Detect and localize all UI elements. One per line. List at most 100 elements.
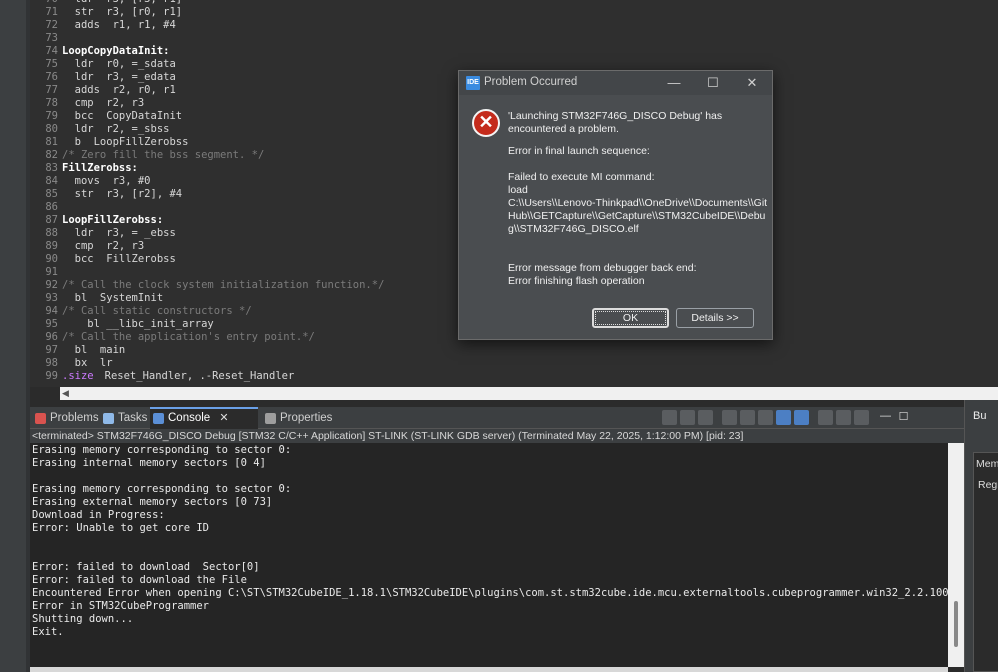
remove-all-icon[interactable] bbox=[698, 410, 713, 425]
close-icon[interactable]: ✕ bbox=[743, 74, 761, 92]
console-icon bbox=[153, 413, 164, 424]
code-line: 71 str r3, [r0, r1] bbox=[30, 6, 990, 19]
code-text: ldr r2, =_sbss bbox=[62, 123, 170, 135]
code-line: 99 .size Reset_Handler, .-Reset_Handler bbox=[30, 370, 990, 383]
code-text: /* Call the clock system initialization … bbox=[62, 279, 385, 291]
line-number: 99 bbox=[45, 370, 58, 382]
code-text: b LoopFillZerobss bbox=[62, 136, 189, 148]
line-number: 95 bbox=[45, 318, 58, 330]
code-text: str r3, [r2], #4 bbox=[62, 188, 183, 200]
console-line: Download in Progress: bbox=[32, 509, 165, 521]
line-number: 80 bbox=[45, 123, 58, 135]
dialog-load: load bbox=[508, 184, 528, 196]
ok-button[interactable]: OK bbox=[592, 308, 669, 328]
display-console-icon[interactable] bbox=[836, 410, 851, 425]
dialog-elf-path: C:\\Users\\Lenovo-Thinkpad\\OneDrive\\Do… bbox=[508, 197, 768, 235]
console-horizontal-scrollbar[interactable] bbox=[30, 667, 948, 672]
ide-logo-icon: IDE bbox=[466, 76, 480, 90]
code-line: 74 LoopCopyDataInit: bbox=[30, 45, 990, 58]
line-number: 89 bbox=[45, 240, 58, 252]
code-text: cmp r2, r3 bbox=[62, 240, 145, 252]
clear-console-icon[interactable] bbox=[722, 410, 737, 425]
line-number: 76 bbox=[45, 71, 58, 83]
line-number: 81 bbox=[45, 136, 58, 148]
scroll-lock-icon[interactable] bbox=[740, 410, 755, 425]
line-number: 98 bbox=[45, 357, 58, 369]
code-text: /* Call the application's entry point.*/ bbox=[62, 331, 315, 343]
console-output[interactable]: Erasing memory corresponding to sector 0… bbox=[30, 443, 948, 667]
right-panel-tab[interactable]: Bu bbox=[973, 410, 986, 422]
pin-console-icon[interactable] bbox=[818, 410, 833, 425]
terminate-icon[interactable] bbox=[662, 410, 677, 425]
line-number: 74 bbox=[45, 45, 58, 57]
dialog-titlebar: IDE Problem Occurred — ☐ ✕ bbox=[459, 71, 772, 95]
console-process-label: <terminated> STM32F746G_DISCO Debug [STM… bbox=[30, 429, 964, 443]
line-number: 96 bbox=[45, 331, 58, 343]
code-text: bl __libc_init_array bbox=[62, 318, 214, 330]
tab-properties[interactable]: Properties bbox=[262, 409, 332, 428]
maximize-icon[interactable]: ☐ bbox=[704, 74, 722, 92]
word-wrap-icon[interactable] bbox=[758, 410, 773, 425]
line-number: 83 bbox=[45, 162, 58, 174]
bottom-view-tabbar: Problems Tasks Console ✕ Properties — ☐ bbox=[30, 407, 964, 429]
code-line: 97 bl main bbox=[30, 344, 990, 357]
remove-launch-icon[interactable] bbox=[680, 410, 695, 425]
line-number: 72 bbox=[45, 19, 58, 31]
console-vertical-scrollbar[interactable] bbox=[948, 443, 964, 667]
line-number: 75 bbox=[45, 58, 58, 70]
show-on-error-icon[interactable] bbox=[794, 410, 809, 425]
scroll-thumb[interactable] bbox=[954, 601, 958, 647]
line-number: 78 bbox=[45, 97, 58, 109]
line-number: 87 bbox=[45, 214, 58, 226]
line-number: 82 bbox=[45, 149, 58, 161]
tab-tasks-label: Tasks bbox=[118, 412, 148, 424]
line-number: 86 bbox=[45, 201, 58, 213]
code-line: 73 bbox=[30, 32, 990, 45]
line-number: 77 bbox=[45, 84, 58, 96]
tab-problems[interactable]: Problems bbox=[32, 409, 99, 428]
scroll-left-icon[interactable]: ◀ bbox=[62, 388, 69, 399]
dialog-backend-error: Error finishing flash operation bbox=[508, 275, 645, 287]
dialog-title: Problem Occurred bbox=[484, 76, 578, 88]
properties-icon bbox=[265, 413, 276, 424]
tab-console-label: Console bbox=[168, 412, 211, 424]
details-button[interactable]: Details >> bbox=[676, 308, 754, 328]
problems-icon bbox=[35, 413, 46, 424]
code-text: /* Call static constructors */ bbox=[62, 305, 252, 317]
line-number: 92 bbox=[45, 279, 58, 291]
maximize-view-icon[interactable]: ☐ bbox=[896, 410, 911, 425]
right-view-panel: Bu Mem Regi bbox=[964, 400, 998, 672]
code-text: cmp r2, r3 bbox=[62, 97, 145, 109]
line-number: 90 bbox=[45, 253, 58, 265]
tab-console[interactable]: Console ✕ bbox=[150, 407, 258, 429]
open-console-icon[interactable] bbox=[854, 410, 869, 425]
tab-tasks[interactable]: Tasks bbox=[100, 409, 147, 428]
code-line: 72 adds r1, r1, #4 bbox=[30, 19, 990, 32]
error-icon: ✕ bbox=[472, 109, 500, 137]
code-text: ldr r3, =_edata bbox=[62, 71, 176, 83]
code-text: ldr r0, =_sdata bbox=[62, 58, 176, 70]
console-line: Error: failed to download Sector[0] bbox=[32, 561, 260, 573]
code-text: ldr r3, = _ebss bbox=[62, 227, 176, 239]
minimize-view-icon[interactable]: — bbox=[878, 410, 893, 425]
code-text: bl main bbox=[62, 344, 126, 356]
code-text: /* Zero fill the bss segment. */ bbox=[62, 149, 265, 161]
line-number: 84 bbox=[45, 175, 58, 187]
close-icon[interactable]: ✕ bbox=[219, 412, 228, 424]
console-line: Error: failed to download the File bbox=[32, 574, 247, 586]
code-text: .size bbox=[62, 370, 94, 382]
problem-dialog: IDE Problem Occurred — ☐ ✕ ✕ 'Launching … bbox=[458, 70, 773, 340]
console-line: Erasing memory corresponding to sector 0… bbox=[32, 483, 292, 495]
console-toolbar: — ☐ bbox=[662, 410, 911, 426]
dialog-detail-heading: Error in final launch sequence: bbox=[508, 145, 650, 157]
editor-horizontal-scrollbar[interactable]: ◀ bbox=[60, 387, 998, 400]
code-text: bl SystemInit bbox=[62, 292, 164, 304]
console-line: Erasing external memory sectors [0 73] bbox=[32, 496, 273, 508]
console-line: Erasing memory corresponding to sector 0… bbox=[32, 444, 292, 456]
console-line: Error: Unable to get core ID bbox=[32, 522, 210, 534]
memory-view: Mem Regi bbox=[973, 452, 998, 672]
dialog-backend-heading: Error message from debugger back end: bbox=[508, 262, 697, 274]
line-number: 93 bbox=[45, 292, 58, 304]
minimize-icon[interactable]: — bbox=[665, 74, 683, 92]
show-on-output-icon[interactable] bbox=[776, 410, 791, 425]
